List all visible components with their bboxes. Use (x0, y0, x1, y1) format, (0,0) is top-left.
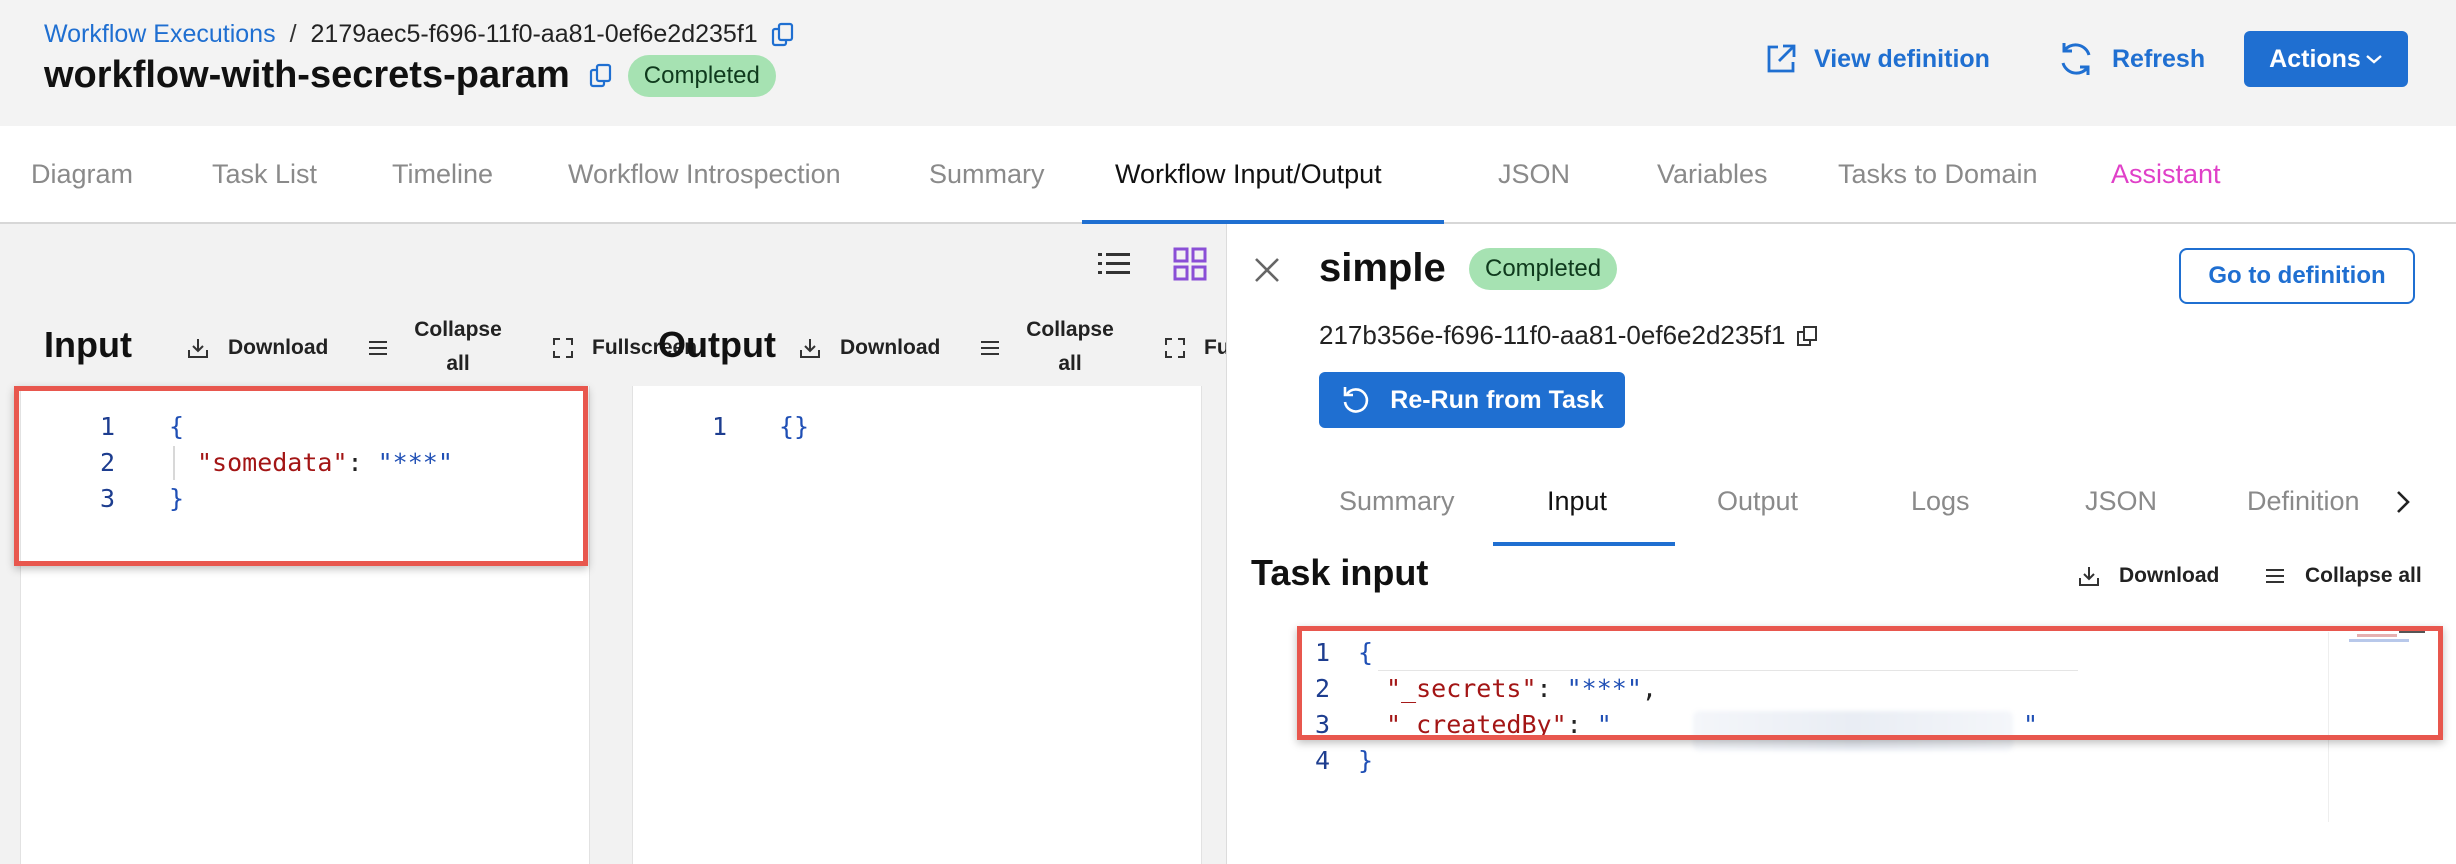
input-download-label: Download (228, 336, 329, 359)
output-collapse-label-1: Collapse (1026, 318, 1114, 341)
rerun-from-task-button[interactable]: Re-Run from Task (1319, 372, 1625, 428)
download-icon (800, 339, 820, 358)
tab-task-list[interactable]: Task List (212, 126, 317, 222)
tab-json[interactable]: JSON (1498, 126, 1570, 222)
output-download-label: Download (840, 336, 941, 359)
tab-diagram[interactable]: Diagram (31, 126, 133, 222)
refresh-icon (2061, 43, 2091, 75)
output-collapse-all-button[interactable]: Collapse all (1024, 313, 1116, 381)
collapse-icon (2266, 569, 2284, 583)
view-definition-button[interactable]: View definition (1764, 34, 1990, 84)
output-download-button[interactable]: Download (798, 336, 940, 360)
drawer-tab-summary[interactable]: Summary (1339, 486, 1455, 517)
page-header: Workflow Executions / 2179aec5-f696-11f0… (0, 0, 2456, 126)
rerun-label: Re-Run from Task (1390, 385, 1604, 414)
fullscreen-icon (1165, 338, 1185, 358)
workflow-io-pane: Input Download Collapse all Fullscreen O… (0, 224, 1230, 864)
task-input-title: Task input (1251, 552, 1429, 593)
view-definition-label: View definition (1814, 44, 1990, 73)
tab-summary[interactable]: Summary (929, 126, 1045, 222)
line-number: 1 (711, 412, 727, 441)
drawer-tab-definition[interactable]: Definition (2247, 486, 2371, 517)
execution-id: 2179aec5-f696-11f0-aa81-0ef6e2d235f1 (310, 20, 758, 48)
input-panel-title: Input (44, 324, 132, 365)
tab-workflow-input-output[interactable]: Workflow Input/Output (1115, 126, 1382, 222)
highlight-box (14, 386, 588, 566)
tab-variables[interactable]: Variables (1657, 126, 1768, 222)
tab-timeline[interactable]: Timeline (392, 126, 493, 222)
json-close-brace: } (1358, 746, 1374, 775)
close-icon[interactable] (1251, 254, 1283, 286)
tab-tasks-to-domain[interactable]: Tasks to Domain (1838, 126, 2038, 222)
task-status-badge: Completed (1469, 248, 1618, 290)
output-panel-title: Output (658, 324, 776, 365)
title-row: workflow-with-secrets-param Completed (44, 54, 776, 97)
actions-button[interactable]: Actions (2244, 31, 2408, 87)
status-badge: Completed (627, 54, 776, 97)
task-id-row: 217b356e-f696-11f0-aa81-0ef6e2d235f1 (1319, 320, 1821, 351)
task-name: simple (1319, 246, 1446, 290)
refresh-label: Refresh (2112, 44, 2206, 73)
input-collapse-label-2: all (446, 352, 470, 375)
collapse-icon[interactable] (978, 336, 1002, 360)
output-fullscreen-button[interactable]: Fu (1164, 336, 1230, 360)
output-collapse-label-2: all (1058, 352, 1082, 375)
rerun-icon (1343, 387, 1369, 413)
task-input-collapse-label: Collapse all (2305, 564, 2422, 587)
tab-assistant[interactable]: Assistant (2111, 126, 2221, 222)
grid-view-icon[interactable] (1170, 244, 1210, 284)
input-download-button[interactable]: Download (186, 336, 328, 360)
input-collapse-label-1: Collapse (414, 318, 502, 341)
copy-icon[interactable] (1795, 323, 1821, 349)
task-id: 217b356e-f696-11f0-aa81-0ef6e2d235f1 (1319, 320, 1786, 350)
fullscreen-icon (553, 338, 573, 358)
line-number: 4 (1314, 746, 1330, 775)
copy-icon[interactable] (770, 21, 798, 49)
collapse-icon[interactable] (366, 336, 390, 360)
go-to-definition-button[interactable]: Go to definition (2179, 248, 2415, 304)
main-tab-bar: Diagram Task List Timeline Workflow Intr… (0, 126, 2456, 224)
copy-icon[interactable] (588, 62, 616, 90)
breadcrumb-workflow-executions-link[interactable]: Workflow Executions (44, 20, 276, 49)
page-title: workflow-with-secrets-param (44, 54, 570, 96)
task-input-collapse-all-button[interactable]: Collapse all (2263, 564, 2422, 588)
chevron-down-icon (2366, 55, 2382, 64)
drawer-tab-output[interactable]: Output (1717, 486, 1798, 517)
breadcrumb-separator: / (289, 20, 297, 48)
actions-label: Actions (2269, 44, 2361, 73)
highlight-box (1297, 626, 2443, 740)
input-collapse-all-button[interactable]: Collapse all (412, 313, 504, 381)
external-link-icon (1767, 44, 1796, 73)
drawer-tab-logs[interactable]: Logs (1911, 486, 1970, 517)
refresh-button[interactable]: Refresh (2056, 34, 2205, 84)
tab-workflow-introspection[interactable]: Workflow Introspection (568, 126, 841, 222)
task-detail-drawer: simple Completed Go to definition 217b35… (1226, 224, 2456, 864)
json-empty-object: {} (779, 412, 810, 441)
task-input-download-label: Download (2119, 564, 2220, 587)
download-icon (2079, 567, 2099, 586)
download-icon (188, 339, 208, 358)
list-view-icon[interactable] (1094, 244, 1134, 284)
drawer-tab-json[interactable]: JSON (2085, 486, 2157, 517)
output-code-editor[interactable]: 1 {} (632, 386, 1202, 864)
task-input-download-button[interactable]: Download (2077, 564, 2219, 588)
chevron-right-icon[interactable] (2389, 486, 2417, 518)
drawer-tab-input[interactable]: Input (1547, 486, 1607, 517)
drawer-active-tab-indicator (1493, 542, 1675, 546)
breadcrumb: Workflow Executions / 2179aec5-f696-11f0… (44, 20, 798, 49)
